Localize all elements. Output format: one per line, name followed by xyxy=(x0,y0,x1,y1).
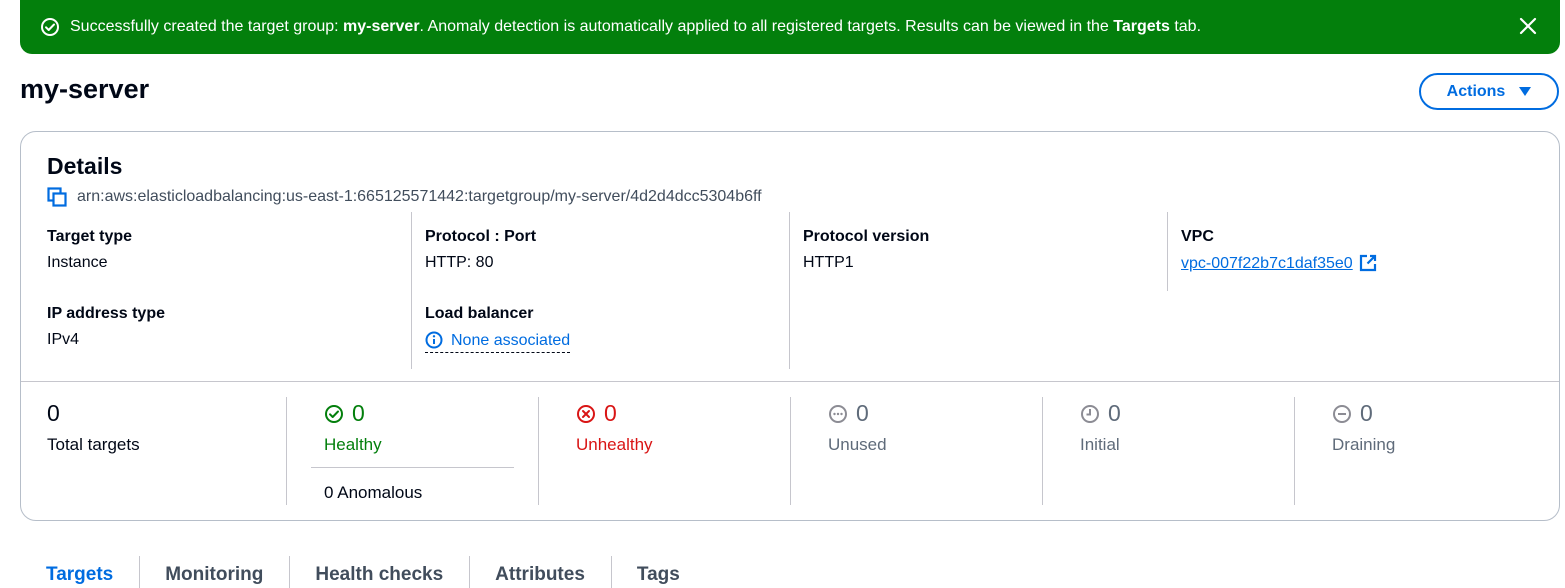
protocol-port-label: Protocol : Port xyxy=(425,228,537,245)
info-icon xyxy=(425,331,445,351)
flash-message: Successfully created the target group: m… xyxy=(70,18,1202,35)
vpc-label: VPC xyxy=(1181,228,1214,245)
unhealthy-label: Unhealthy xyxy=(576,435,653,454)
unhealthy-stat: 0 Unhealthy xyxy=(576,400,653,455)
load-balancer-field: Load balancer None associated xyxy=(425,305,571,354)
initial-count: 0 xyxy=(1108,400,1121,426)
healthy-subdivider xyxy=(311,467,514,468)
target-type-label: Target type xyxy=(47,228,133,245)
status-stopped-icon xyxy=(828,404,848,424)
total-targets-stat: 0 Total targets xyxy=(47,400,140,455)
initial-stat: 0 Initial xyxy=(1080,400,1121,455)
target-type-field: Target type Instance xyxy=(47,228,132,272)
anomalous-count: 0 Anomalous xyxy=(324,483,423,502)
external-link-icon xyxy=(1359,254,1379,274)
protocol-version-value: HTTP1 xyxy=(803,254,854,271)
actions-button[interactable]: Actions xyxy=(1419,73,1559,110)
unused-label: Unused xyxy=(828,435,887,454)
unused-count: 0 xyxy=(856,400,869,426)
protocol-version-label: Protocol version xyxy=(803,228,930,245)
status-negative-icon xyxy=(576,404,596,424)
actions-button-label: Actions xyxy=(1446,82,1506,100)
target-type-value: Instance xyxy=(47,254,108,271)
tab-attributes[interactable]: Attributes xyxy=(469,556,611,588)
stat-divider xyxy=(538,397,539,505)
draining-stat: 0 Draining xyxy=(1332,400,1395,455)
healthy-label: Healthy xyxy=(324,435,382,454)
column-divider xyxy=(789,212,790,369)
stat-divider xyxy=(1042,397,1043,505)
status-positive-icon xyxy=(324,404,344,424)
protocol-version-field: Protocol version HTTP1 xyxy=(803,228,929,272)
section-divider xyxy=(21,381,1559,382)
healthy-stat: 0 Healthy xyxy=(324,400,382,455)
column-divider xyxy=(411,212,412,369)
tab-monitoring[interactable]: Monitoring xyxy=(139,556,289,588)
load-balancer-value: None associated xyxy=(451,332,571,349)
caret-down-icon xyxy=(1519,87,1532,96)
vpc-field: VPC vpc-007f22b7c1daf35e0 xyxy=(1181,228,1379,274)
draining-label: Draining xyxy=(1332,435,1396,454)
ip-address-type-field: IP address type IPv4 xyxy=(47,305,165,349)
tab-health-checks[interactable]: Health checks xyxy=(289,556,469,588)
protocol-port-field: Protocol : Port HTTP: 80 xyxy=(425,228,536,272)
copy-icon[interactable] xyxy=(47,187,67,207)
clock-icon xyxy=(1080,404,1100,424)
page-title: my-server xyxy=(20,74,150,104)
stat-divider xyxy=(286,397,287,505)
close-icon[interactable] xyxy=(1518,16,1538,36)
load-balancer-label: Load balancer xyxy=(425,305,534,322)
tab-list: Targets Monitoring Health checks Attribu… xyxy=(20,556,706,588)
vpc-link-text: vpc-007f22b7c1daf35e0 xyxy=(1181,255,1353,272)
arn-text: arn:aws:elasticloadbalancing:us-east-1:6… xyxy=(77,188,762,205)
check-circle-icon xyxy=(40,17,60,37)
initial-label: Initial xyxy=(1080,435,1120,454)
total-targets-label: Total targets xyxy=(47,435,140,454)
minus-circle-icon xyxy=(1332,404,1352,424)
draining-count: 0 xyxy=(1360,400,1373,426)
unused-stat: 0 Unused xyxy=(828,400,887,455)
success-flash-banner: Successfully created the target group: m… xyxy=(20,0,1560,54)
column-divider xyxy=(1167,212,1168,291)
vpc-link[interactable]: vpc-007f22b7c1daf35e0 xyxy=(1181,254,1379,274)
healthy-count: 0 xyxy=(352,400,365,426)
stat-divider xyxy=(790,397,791,505)
tab-tags[interactable]: Tags xyxy=(610,556,706,588)
stat-divider xyxy=(1294,397,1295,505)
total-targets-count: 0 xyxy=(47,400,60,426)
load-balancer-popover-trigger[interactable]: None associated xyxy=(425,331,571,353)
unhealthy-count: 0 xyxy=(604,400,617,426)
details-container: Details arn:aws:elasticloadbalancing:us-… xyxy=(20,131,1560,521)
ip-address-type-label: IP address type xyxy=(47,305,165,322)
tab-targets[interactable]: Targets xyxy=(20,556,139,588)
ip-address-type-value: IPv4 xyxy=(47,331,80,348)
protocol-port-value: HTTP: 80 xyxy=(425,254,494,271)
arn-row: arn:aws:elasticloadbalancing:us-east-1:6… xyxy=(47,187,762,207)
details-heading: Details xyxy=(47,153,123,179)
